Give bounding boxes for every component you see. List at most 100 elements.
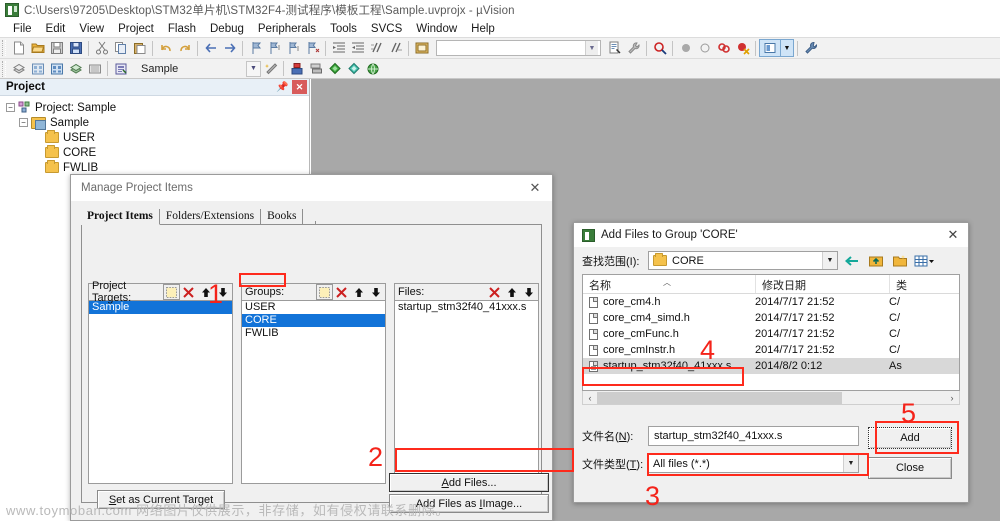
toolbar-grip[interactable] <box>2 60 6 77</box>
filename-input[interactable]: startup_stm32f40_41xxx.s <box>648 426 859 446</box>
pack-installer-globe-icon[interactable] <box>363 59 382 78</box>
comment-lines-icon[interactable] <box>367 39 386 58</box>
expander-icon[interactable]: − <box>6 103 15 112</box>
new-item-icon[interactable] <box>163 284 180 300</box>
pack-installer-green-icon[interactable] <box>325 59 344 78</box>
menu-item-project[interactable]: Project <box>111 22 161 36</box>
list-item[interactable]: CORE <box>242 314 385 327</box>
column-header-name[interactable]: 名称 ︿ <box>583 275 755 293</box>
bookmark-toggle-icon[interactable] <box>246 39 265 58</box>
menu-item-flash[interactable]: Flash <box>161 22 203 36</box>
bookmark-next-icon[interactable] <box>284 39 303 58</box>
column-header-type[interactable]: 类 <box>889 275 949 293</box>
navigate-back-icon[interactable] <box>201 39 220 58</box>
list-item[interactable]: USER <box>242 301 385 314</box>
view-mode-icon[interactable] <box>914 251 934 270</box>
open-folder-icon[interactable] <box>412 39 431 58</box>
file-row[interactable]: core_cmFunc.h 2014/7/17 21:52 C/ <box>583 326 959 342</box>
chevron-down-icon[interactable]: ▼ <box>585 41 598 55</box>
lookin-combo[interactable]: CORE ▼ <box>648 251 838 270</box>
find-combo[interactable]: ▼ <box>436 40 601 56</box>
menu-item-edit[interactable]: Edit <box>39 22 73 36</box>
set-as-current-target-button[interactable]: Set as Current Target <box>97 490 225 509</box>
close-icon[interactable]: ✕ <box>938 224 968 246</box>
configuration-wrench-icon[interactable] <box>801 39 820 58</box>
target-options-icon[interactable] <box>111 59 130 78</box>
back-arrow-icon[interactable] <box>842 251 862 270</box>
tree-node-project[interactable]: − Project: Sample <box>0 100 309 115</box>
menu-item-debug[interactable]: Debug <box>203 22 251 36</box>
indent-icon[interactable] <box>329 39 348 58</box>
bookmark-clear-icon[interactable] <box>303 39 322 58</box>
outdent-icon[interactable] <box>348 39 367 58</box>
target-options-wand-icon[interactable] <box>261 59 280 78</box>
cut-icon[interactable] <box>92 39 111 58</box>
delete-icon[interactable] <box>486 284 503 300</box>
list-item[interactable]: startup_stm32f40_41xxx.s <box>395 301 538 314</box>
target-selector[interactable]: Sample <box>136 61 246 77</box>
tab-folders-extensions[interactable]: Folders/Extensions <box>160 209 262 224</box>
chevron-down-icon[interactable]: ▼ <box>246 60 261 77</box>
add-button[interactable]: Add <box>868 427 952 449</box>
up-folder-icon[interactable] <box>866 251 886 270</box>
menu-item-view[interactable]: View <box>72 22 111 36</box>
delete-icon[interactable] <box>333 284 350 300</box>
menu-item-svcs[interactable]: SVCS <box>364 22 409 36</box>
redo-icon[interactable] <box>175 39 194 58</box>
manage-project-items-icon[interactable] <box>287 59 306 78</box>
wrench-tool-icon[interactable] <box>624 39 643 58</box>
build-icon[interactable] <box>28 59 47 78</box>
bookmark-prev-icon[interactable] <box>265 39 284 58</box>
new-file-icon[interactable] <box>9 39 28 58</box>
move-up-icon[interactable] <box>503 284 520 300</box>
move-down-icon[interactable] <box>214 284 231 300</box>
navigate-forward-icon[interactable] <box>220 39 239 58</box>
batch-build-icon[interactable] <box>66 59 85 78</box>
copy-icon[interactable] <box>111 39 130 58</box>
column-header-date[interactable]: 修改日期 <box>755 275 889 293</box>
paste-icon[interactable] <box>130 39 149 58</box>
menu-item-window[interactable]: Window <box>409 22 464 36</box>
files-list[interactable]: startup_stm32f40_41xxx.s <box>394 301 539 484</box>
tab-books[interactable]: Books <box>261 209 304 224</box>
move-down-icon[interactable] <box>520 284 537 300</box>
disable-breakpoints-icon[interactable] <box>714 39 733 58</box>
menu-item-peripherals[interactable]: Peripherals <box>251 22 323 36</box>
new-item-icon[interactable] <box>316 284 333 300</box>
menu-item-tools[interactable]: Tools <box>323 22 364 36</box>
save-all-icon[interactable] <box>66 39 85 58</box>
list-item[interactable]: FWLIB <box>242 327 385 340</box>
rebuild-icon[interactable] <box>47 59 66 78</box>
add-files-button[interactable]: Add Files... <box>389 473 549 492</box>
open-file-icon[interactable] <box>28 39 47 58</box>
save-icon[interactable] <box>47 39 66 58</box>
stop-build-icon[interactable] <box>85 59 104 78</box>
close-icon[interactable]: ✕ <box>522 177 548 199</box>
breakpoint-filled-icon[interactable] <box>676 39 695 58</box>
filetype-combo[interactable]: All files (*.*) ▼ <box>648 454 859 473</box>
move-up-icon[interactable] <box>350 284 367 300</box>
file-list[interactable]: 名称 ︿ 修改日期 类 core_cm4.h 2014/7/17 21:52 C… <box>582 274 960 391</box>
expander-icon[interactable]: − <box>19 118 28 127</box>
toolbar-grip[interactable] <box>2 40 6 56</box>
close-icon[interactable]: ✕ <box>292 80 307 94</box>
manage-windows-icon[interactable] <box>759 39 781 57</box>
tree-node-user[interactable]: USER <box>0 130 309 145</box>
move-up-icon[interactable] <box>197 284 214 300</box>
translate-icon[interactable] <box>9 59 28 78</box>
find-in-files-icon[interactable] <box>605 39 624 58</box>
chevron-down-icon[interactable]: ▼ <box>781 39 794 57</box>
scroll-left-icon[interactable]: ‹ <box>583 393 597 403</box>
move-down-icon[interactable] <box>367 284 384 300</box>
tree-node-fwlib[interactable]: FWLIB <box>0 160 309 175</box>
undo-icon[interactable] <box>156 39 175 58</box>
find-replace-icon[interactable] <box>650 39 669 58</box>
chevron-down-icon[interactable]: ▼ <box>843 455 858 472</box>
file-row-selected[interactable]: startup_stm32f40_41xxx.s 2014/8/2 0:12 A… <box>583 358 959 374</box>
delete-icon[interactable] <box>180 284 197 300</box>
menu-item-help[interactable]: Help <box>464 22 502 36</box>
file-row[interactable]: core_cm4.h 2014/7/17 21:52 C/ <box>583 294 959 310</box>
pin-icon[interactable]: 📌 <box>275 80 290 94</box>
file-row[interactable]: core_cmInstr.h 2014/7/17 21:52 C/ <box>583 342 959 358</box>
chevron-down-icon[interactable]: ▼ <box>822 252 837 269</box>
